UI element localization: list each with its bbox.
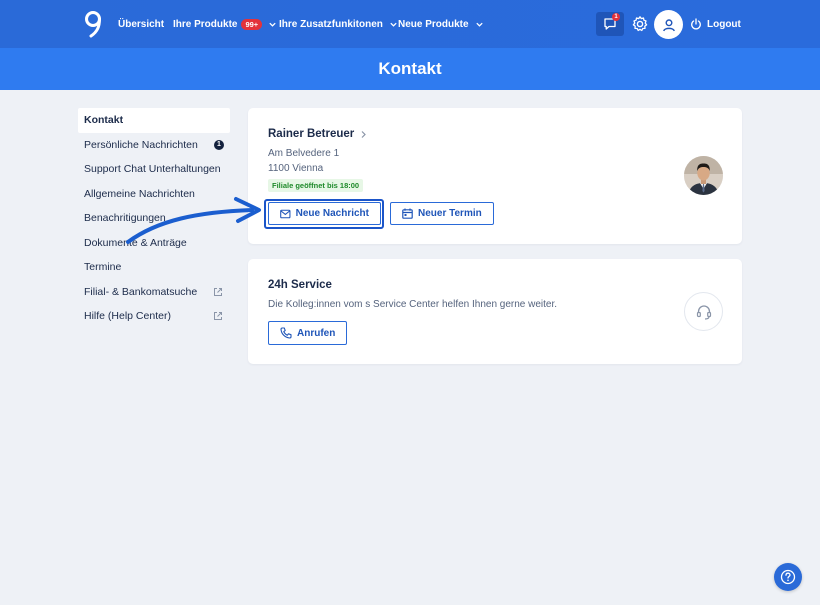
external-link-icon xyxy=(214,287,222,296)
nav-item-extras[interactable]: Ihre Zusatzfunkitonen xyxy=(279,0,398,48)
sidebar-item-label: Persönliche Nachrichten xyxy=(84,138,198,151)
advisor-photo xyxy=(684,156,723,195)
sidebar-item-label: Filial- & Bankomatsuche xyxy=(84,285,198,298)
nav-item-products[interactable]: Ihre Produkte 99+ xyxy=(173,0,277,48)
gear-icon[interactable] xyxy=(631,15,649,33)
chevron-right-icon xyxy=(361,130,367,138)
new-appointment-button[interactable]: Neuer Termin xyxy=(390,202,494,225)
nav-item-overview[interactable]: Übersicht xyxy=(118,0,164,48)
chat-badge: 1 xyxy=(612,13,620,21)
sidebar-item-appointments[interactable]: Termine xyxy=(78,255,230,280)
button-label: Anrufen xyxy=(297,327,336,339)
sidebar-item-notifications[interactable]: Benachritigungen xyxy=(78,206,230,231)
button-label: Neue Nachricht xyxy=(295,208,369,219)
advisor-name: Rainer Betreuer xyxy=(268,128,355,140)
top-navigation: Übersicht Ihre Produkte 99+ Ihre Zusatzf… xyxy=(0,0,820,48)
advisor-portrait-image xyxy=(684,156,723,195)
chevron-down-icon xyxy=(269,22,276,27)
new-message-button[interactable]: Neue Nachricht xyxy=(268,202,381,225)
nav-item-label: Ihre Produkte xyxy=(173,18,238,30)
sidebar-item-label: Allgemeine Nachrichten xyxy=(84,187,195,200)
logout-label: Logout xyxy=(707,18,741,30)
sidebar-item-support-chat[interactable]: Support Chat Unterhaltungen xyxy=(78,157,230,182)
logo-icon[interactable] xyxy=(82,10,104,38)
help-question-icon xyxy=(780,569,796,585)
button-label: Neuer Termin xyxy=(418,208,482,219)
sidebar-item-help-center[interactable]: Hilfe (Help Center) xyxy=(78,304,230,329)
power-icon xyxy=(691,18,701,30)
chat-button[interactable]: 1 xyxy=(596,12,624,36)
nav-item-new-products[interactable]: Neue Produkte xyxy=(398,0,484,48)
sidebar-item-label: Kontakt xyxy=(84,114,124,127)
service-description: Die Kolleg:innen vom s Service Center he… xyxy=(268,299,558,310)
unread-count-badge: 1 xyxy=(214,139,224,150)
chevron-down-icon xyxy=(475,22,483,27)
advisor-city: 1100 Vienna xyxy=(268,163,324,174)
chevron-down-icon xyxy=(390,22,397,27)
user-avatar-button[interactable] xyxy=(654,10,683,39)
external-link-icon xyxy=(214,312,222,320)
sidebar-item-label: Support Chat Unterhaltungen xyxy=(84,163,221,176)
sidebar-item-personal-messages[interactable]: Persönliche Nachrichten 1 xyxy=(78,133,230,158)
page-header: Kontakt xyxy=(0,48,820,90)
sidebar-item-label: Termine xyxy=(84,261,122,274)
nav-item-label: Übersicht xyxy=(118,18,165,30)
phone-icon xyxy=(280,327,292,339)
branch-status-badge: Filiale geöffnet bis 18:00 xyxy=(268,179,364,192)
advisor-street: Am Belvedere 1 xyxy=(268,148,340,159)
sidebar-item-label: Hilfe (Help Center) xyxy=(84,310,171,323)
service-title: 24h Service xyxy=(268,279,332,291)
help-button[interactable] xyxy=(774,563,802,591)
products-badge: 99+ xyxy=(241,18,263,30)
envelope-icon xyxy=(280,209,291,218)
user-icon xyxy=(662,18,675,31)
advisor-name-link[interactable]: Rainer Betreuer xyxy=(268,128,367,140)
nav-item-label: Ihre Zusatzfunkitonen xyxy=(279,18,383,30)
logout-button[interactable]: Logout xyxy=(690,0,741,48)
sidebar-item-label: Benachritigungen xyxy=(84,212,166,225)
sidebar-item-general-messages[interactable]: Allgemeine Nachrichten xyxy=(78,182,230,207)
nav-item-label: Neue Produkte xyxy=(398,18,469,30)
sidebar-item-contact[interactable]: Kontakt xyxy=(78,108,230,133)
sidebar: Kontakt Persönliche Nachrichten 1 Suppor… xyxy=(78,108,230,329)
calendar-icon xyxy=(402,208,413,219)
service-card: 24h Service Die Kolleg:innen vom s Servi… xyxy=(248,259,742,364)
sidebar-item-documents[interactable]: Dokumente & Anträge xyxy=(78,231,230,256)
advisor-card: Rainer Betreuer Am Belvedere 1 1100 Vien… xyxy=(248,108,742,244)
headset-icon xyxy=(696,304,711,320)
page-title: Kontakt xyxy=(378,59,442,78)
call-button[interactable]: Anrufen xyxy=(268,321,348,345)
sidebar-item-label: Dokumente & Anträge xyxy=(84,236,187,249)
headset-badge xyxy=(684,292,723,331)
sidebar-item-branch-search[interactable]: Filial- & Bankomatsuche xyxy=(78,280,230,305)
